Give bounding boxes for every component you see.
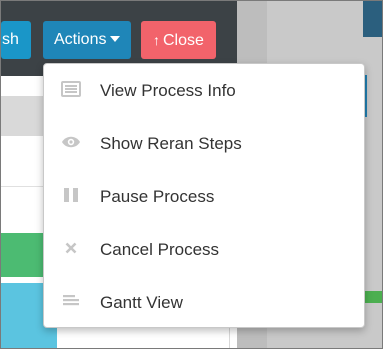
pause-icon [60, 184, 82, 206]
actions-button-label: Actions [54, 31, 107, 48]
menu-item-label: Gantt View [100, 293, 183, 312]
right-header-accent [363, 1, 382, 37]
close-x-icon [60, 237, 82, 259]
actions-dropdown-button[interactable]: Actions [43, 21, 131, 59]
menu-item-show-reran-steps[interactable]: Show Reran Steps [44, 117, 364, 170]
close-button-label: Close [163, 32, 204, 49]
list-card-icon [60, 78, 82, 100]
menu-item-gantt-view[interactable]: Gantt View [44, 276, 364, 329]
actions-dropdown-menu: View Process Info Show Reran Steps Pause… [43, 63, 365, 328]
refresh-button-label: sh [2, 31, 19, 48]
menu-item-label: Pause Process [100, 187, 215, 206]
refresh-button[interactable]: sh [1, 21, 31, 59]
menu-item-cancel-process[interactable]: Cancel Process [44, 223, 364, 276]
screenshot-frame: sh Actions ↑ Close View Process Info Show… [0, 0, 383, 349]
menu-item-pause-process[interactable]: Pause Process [44, 170, 364, 223]
menu-item-view-process-info[interactable]: View Process Info [44, 64, 364, 117]
menu-item-label: View Process Info [100, 81, 236, 100]
gantt-lines-icon [60, 290, 82, 312]
close-button[interactable]: ↑ Close [141, 21, 216, 59]
menu-item-label: Show Reran Steps [100, 134, 242, 153]
status-cell-green [1, 233, 43, 277]
arrow-up-icon: ↑ [153, 32, 160, 48]
menu-item-label: Cancel Process [100, 240, 220, 259]
eye-icon [60, 131, 82, 153]
caret-down-icon [110, 35, 121, 42]
